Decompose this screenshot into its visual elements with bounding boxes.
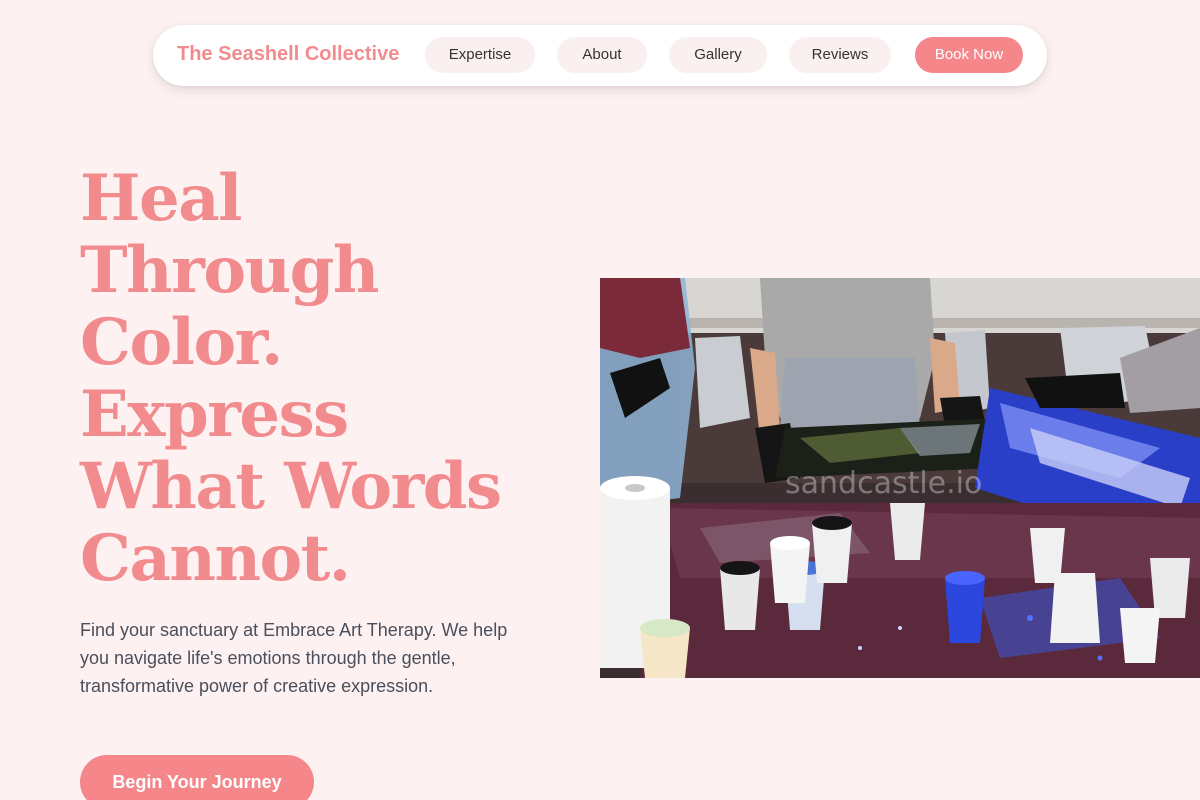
- art-pouring-illustration: sandcastle.io: [600, 278, 1200, 678]
- book-now-button[interactable]: Book Now: [915, 37, 1023, 73]
- nav-item-about[interactable]: About: [557, 37, 647, 73]
- nav-item-gallery[interactable]: Gallery: [669, 37, 767, 73]
- nav-item-reviews[interactable]: Reviews: [789, 37, 891, 73]
- image-watermark: sandcastle.io: [785, 466, 982, 501]
- nav-item-expertise[interactable]: Expertise: [425, 37, 535, 73]
- hero-heading-line-5: What Words: [80, 449, 502, 524]
- hero-heading-line-3: Color.: [80, 305, 283, 380]
- hero-heading: Heal Through Color. Express What Words C…: [80, 163, 550, 595]
- main-navigation: The Seashell Collective Expertise About …: [153, 25, 1047, 86]
- hero-heading-line-4: Express: [80, 377, 349, 452]
- hero-heading-line-6: Cannot.: [80, 521, 351, 596]
- brand-logo-text[interactable]: The Seashell Collective: [177, 43, 399, 66]
- begin-journey-button[interactable]: Begin Your Journey: [80, 755, 314, 800]
- hero-photo-art-workshop: sandcastle.io: [600, 278, 1200, 678]
- hero-description: Find your sanctuary at Embrace Art Thera…: [80, 620, 508, 696]
- hero-heading-line-1: Heal: [80, 161, 242, 236]
- hero-heading-line-2: Through: [80, 233, 379, 308]
